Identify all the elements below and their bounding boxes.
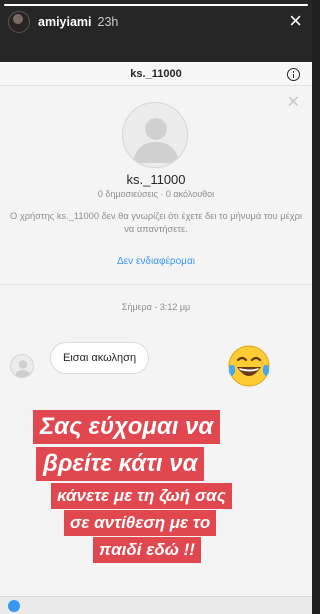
message-avatar-icon — [10, 354, 34, 378]
profile-avatar-placeholder-icon — [122, 102, 188, 168]
caption-line-2: βρείτε κάτι να — [36, 447, 205, 481]
profile-note: Ο χρήστης ks._11000 δεν θα γνωρίζει ότι … — [10, 211, 302, 234]
close-icon[interactable]: × — [289, 10, 302, 32]
story-progress-fill — [4, 4, 308, 6]
divider — [0, 284, 312, 285]
username[interactable]: amiyiami — [38, 15, 92, 29]
dm-header: ks._11000 — [0, 62, 312, 86]
close-icon: ✕ — [286, 94, 300, 111]
profile-name: ks._11000 — [126, 172, 186, 187]
story-time: 23h — [97, 15, 119, 29]
camera-icon — [8, 600, 20, 612]
info-icon — [287, 68, 300, 81]
message-bubble: Εισαι ακωληση — [50, 342, 150, 374]
message-date: Σήμερα - 3:12 μμ — [121, 302, 191, 312]
message-text: Εισαι ακωληση — [63, 352, 137, 364]
story-progress-bar — [4, 4, 308, 6]
caption-line-3: κάνετε με τη ζωή σας — [51, 483, 232, 509]
face-with-tears-of-joy-icon — [228, 345, 270, 387]
dm-title: ks._11000 — [130, 67, 182, 80]
caption-line-1: Σας εύχομαι να — [33, 410, 221, 444]
message-composer-bar — [0, 596, 312, 614]
not-interested-link: Δεν ενδιαφέρομαι — [117, 256, 195, 267]
caption-line-5: παιδί εδώ !! — [93, 537, 201, 563]
story-header: amiyiami 23h × — [0, 8, 312, 36]
profile-meta: 0 δημοσιεύσεις · 0 ακόλουθοι — [97, 189, 215, 199]
avatar[interactable] — [8, 11, 30, 33]
story-view: amiyiami 23h × ks._11000 ✕ ks._11000 0 δ… — [0, 0, 312, 614]
caption-line-4: σε αντίθεση με το — [64, 510, 217, 536]
